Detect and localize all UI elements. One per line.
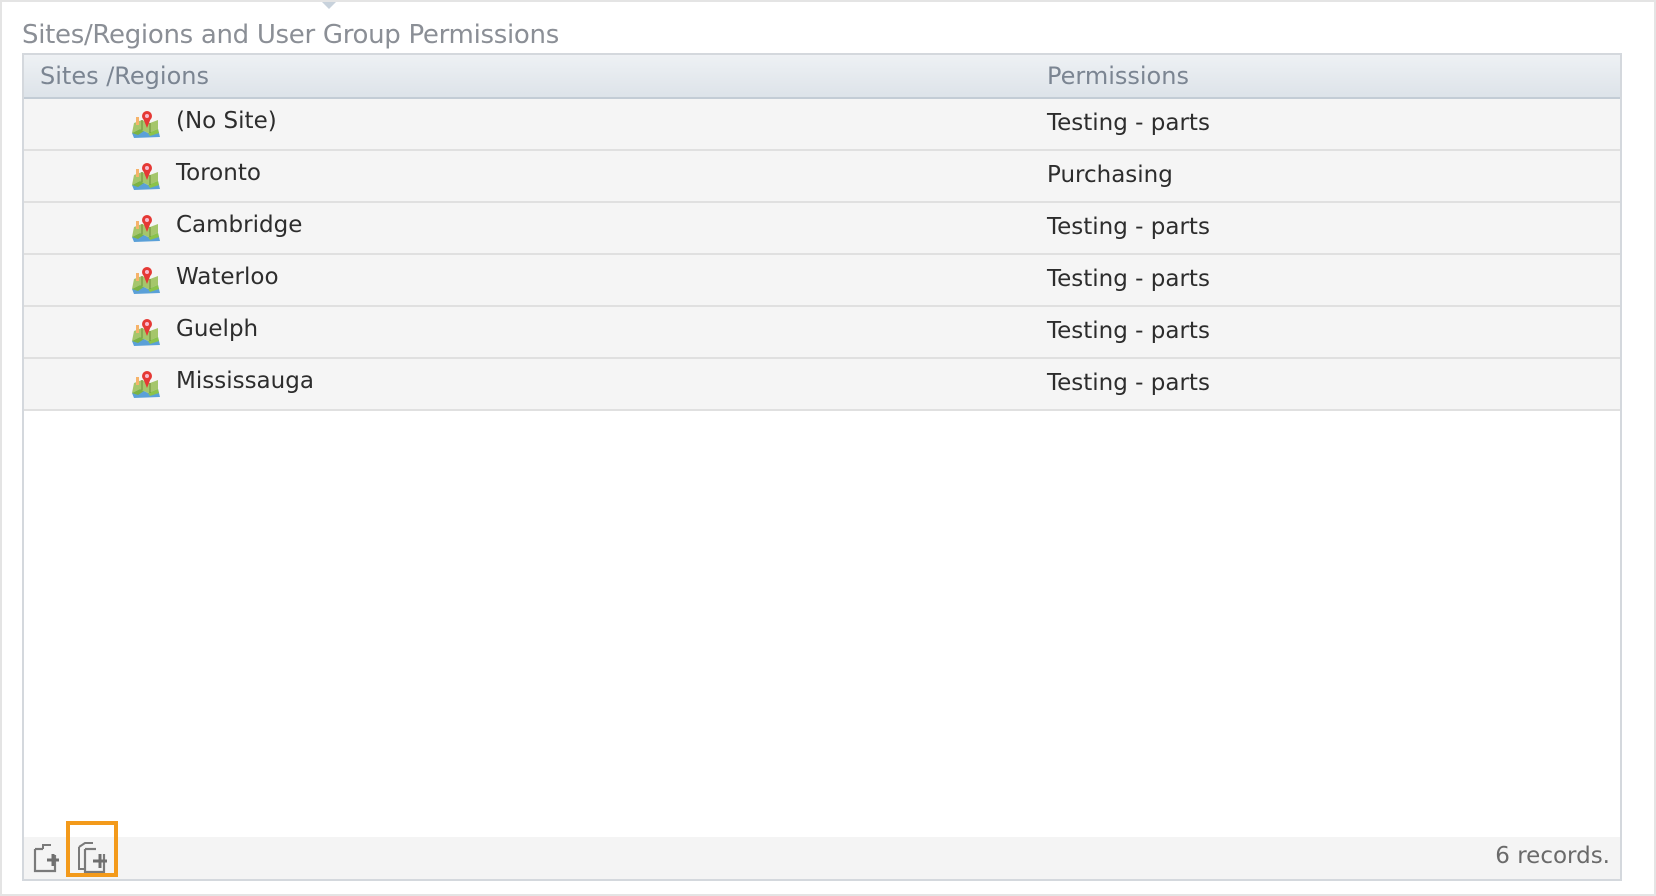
- site-name: Mississauga: [176, 368, 314, 394]
- map-pin-icon: [130, 213, 162, 243]
- permission-value: Testing - parts: [1047, 266, 1210, 292]
- map-pin-icon: [130, 265, 162, 295]
- highlight-box: [66, 821, 118, 877]
- grid-footer: 6 records.: [24, 821, 1620, 879]
- panel-notch: [322, 2, 336, 9]
- site-name: Toronto: [176, 160, 261, 186]
- permission-value: Purchasing: [1047, 162, 1173, 188]
- column-header-sites[interactable]: Sites /Regions: [40, 62, 209, 90]
- map-pin-icon: [130, 369, 162, 399]
- section-title: Sites/Regions and User Group Permissions: [22, 20, 559, 50]
- records-count: 6 records.: [1495, 843, 1610, 869]
- table-row[interactable]: Waterloo Testing - parts: [24, 255, 1620, 307]
- map-pin-icon: [130, 317, 162, 347]
- permissions-grid: Sites /Regions Permissions (No Site) Test…: [22, 53, 1622, 881]
- site-name: Cambridge: [176, 212, 303, 238]
- map-pin-icon: [130, 109, 162, 139]
- permission-value: Testing - parts: [1047, 214, 1210, 240]
- add-document-icon: [33, 844, 59, 873]
- grid-header: Sites /Regions Permissions: [24, 55, 1620, 99]
- site-name: Guelph: [176, 316, 259, 342]
- site-name: Waterloo: [176, 264, 279, 290]
- table-row[interactable]: Guelph Testing - parts: [24, 307, 1620, 359]
- map-pin-icon: [130, 161, 162, 191]
- table-row[interactable]: Cambridge Testing - parts: [24, 203, 1620, 255]
- column-header-permissions[interactable]: Permissions: [1047, 62, 1189, 90]
- panel-container: Sites/Regions and User Group Permissions…: [0, 0, 1656, 896]
- table-row[interactable]: Toronto Purchasing: [24, 151, 1620, 203]
- grid-rows: (No Site) Testing - parts Toronto Purchasi…: [24, 99, 1620, 411]
- table-row[interactable]: (No Site) Testing - parts: [24, 99, 1620, 151]
- table-row[interactable]: Mississauga Testing - parts: [24, 359, 1620, 411]
- permission-value: Testing - parts: [1047, 318, 1210, 344]
- permission-value: Testing - parts: [1047, 370, 1210, 396]
- add-record-button[interactable]: [30, 841, 64, 875]
- permission-value: Testing - parts: [1047, 110, 1210, 136]
- site-name: (No Site): [176, 108, 277, 134]
